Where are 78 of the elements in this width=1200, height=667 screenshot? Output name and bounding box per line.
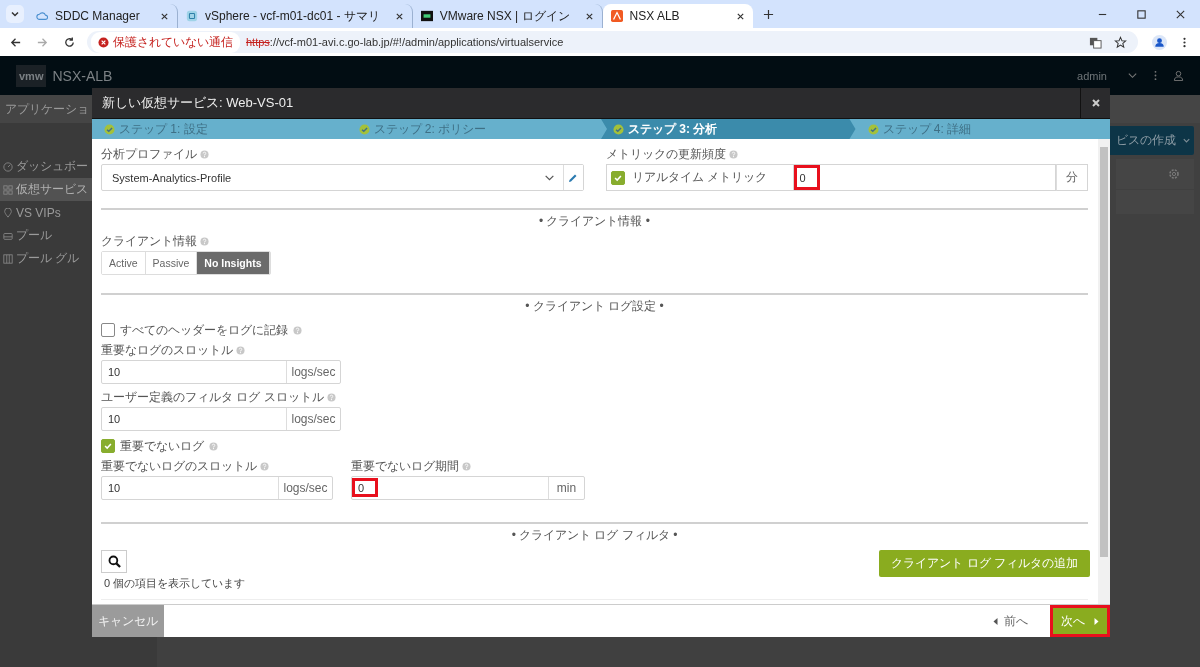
search-button[interactable] [101,550,127,573]
translate-icon[interactable] [1089,35,1102,49]
field-label: 重要でないログ期間 [351,458,459,475]
tray-icon [3,230,13,241]
new-tab-icon[interactable] [762,8,774,20]
address-field[interactable]: 保護されていない通信 https://vcf-m01-avi.c.go-lab.jp/#!/admin/applications/virtualservice [87,31,1138,53]
close-icon[interactable] [735,11,745,21]
field-label: ユーザー定義のフィルタ ログ スロットル [101,389,324,406]
check-circle-icon [613,123,624,135]
chevron-down-icon[interactable] [1127,70,1138,81]
close-icon[interactable] [160,11,169,21]
checkbox[interactable] [610,170,625,185]
gauge-icon [3,161,13,172]
checkbox-label: リアルタイム メトリック [631,169,767,186]
security-chip[interactable]: 保護されていない通信 [91,31,240,53]
checkbox[interactable] [101,323,115,337]
cloud-icon [36,10,48,22]
grid-icon [3,184,13,195]
close-icon [1091,99,1100,107]
check-circle-icon [867,123,879,135]
checkbox[interactable] [101,439,115,453]
pin-icon [3,207,13,218]
url-text: https://vcf-m01-avi.c.go-lab.jp/#!/admin/applications/virtualservice [246,36,564,48]
user-icon[interactable] [1173,70,1184,81]
field-label: 重要なログのスロットル [101,342,233,359]
chevron-down-icon [1182,136,1191,145]
caret-right-icon [1094,617,1099,625]
tab-title: vSphere - vcf-m01-dc01 - サマリ [205,7,380,25]
scrollbar[interactable] [1098,139,1110,604]
close-icon[interactable] [584,11,594,21]
tab-list-button[interactable] [6,5,24,23]
checkbox-label: 重要でないログ [120,437,204,455]
maximize-icon[interactable] [1136,8,1147,20]
field-label: 重要でないログのスロットル [101,458,257,475]
section-heading: • クライアント情報 • [538,214,651,228]
browser-tab[interactable]: NSX ALB [602,4,753,28]
search-icon [107,555,121,568]
reload-icon[interactable] [63,35,76,49]
checkbox-label: すべてのヘッダーをログに記録 [120,321,288,339]
app-logo-icon [420,10,433,22]
section-heading: • クライアント ログ フィルタ • [511,528,678,542]
pencil-icon [568,172,578,183]
field-label: メトリックの更新頻度 [605,146,726,163]
warning-icon [98,36,109,48]
profile-icon[interactable] [1152,34,1167,50]
highlight-frame [793,165,820,190]
settings-icon[interactable] [1168,168,1180,180]
unit-label: 分 [1056,164,1088,191]
input-field[interactable]: 0 [792,164,1056,191]
field-label: クライアント情報 [101,233,197,250]
close-icon[interactable] [1175,8,1186,20]
highlight-frame [1050,605,1110,637]
security-warning: 保護されていない通信 [113,33,233,51]
app-logo-icon [610,10,623,22]
item-count: 0 個の項目を表示しています [103,576,246,591]
columns-icon [3,253,13,264]
chevron-down-icon [10,9,20,19]
tab-title: NSX ALB [629,9,681,23]
dialog-title: 新しい仮想サービス: Web-VS-01 [101,94,295,112]
app-logo: vmw [16,64,47,87]
app-logo-icon [186,10,198,22]
app-brand: NSX-ALB [52,67,113,84]
segment-option[interactable]: No Insights [197,252,270,274]
checkmark-icon [103,441,113,451]
wizard-step[interactable]: ステップ 3: 分析 [601,119,856,139]
check-circle-icon [104,123,115,135]
tab-title: VMware NSX | ログイン [439,7,570,25]
field-label: 分析プロファイル [101,146,197,163]
star-icon[interactable] [1114,35,1127,49]
sidebar-item[interactable]: VS VIPs [0,201,157,224]
section-heading: • クライアント ログ設定 • [525,299,664,313]
tab-title: SDDC Manager [55,9,141,23]
check-circle-icon [358,123,370,135]
segment-option[interactable]: Active [102,252,146,274]
close-icon[interactable] [394,11,404,21]
user-menu[interactable]: admin [1077,69,1107,82]
edit-button[interactable] [562,165,583,190]
caret-left-icon [993,617,998,625]
